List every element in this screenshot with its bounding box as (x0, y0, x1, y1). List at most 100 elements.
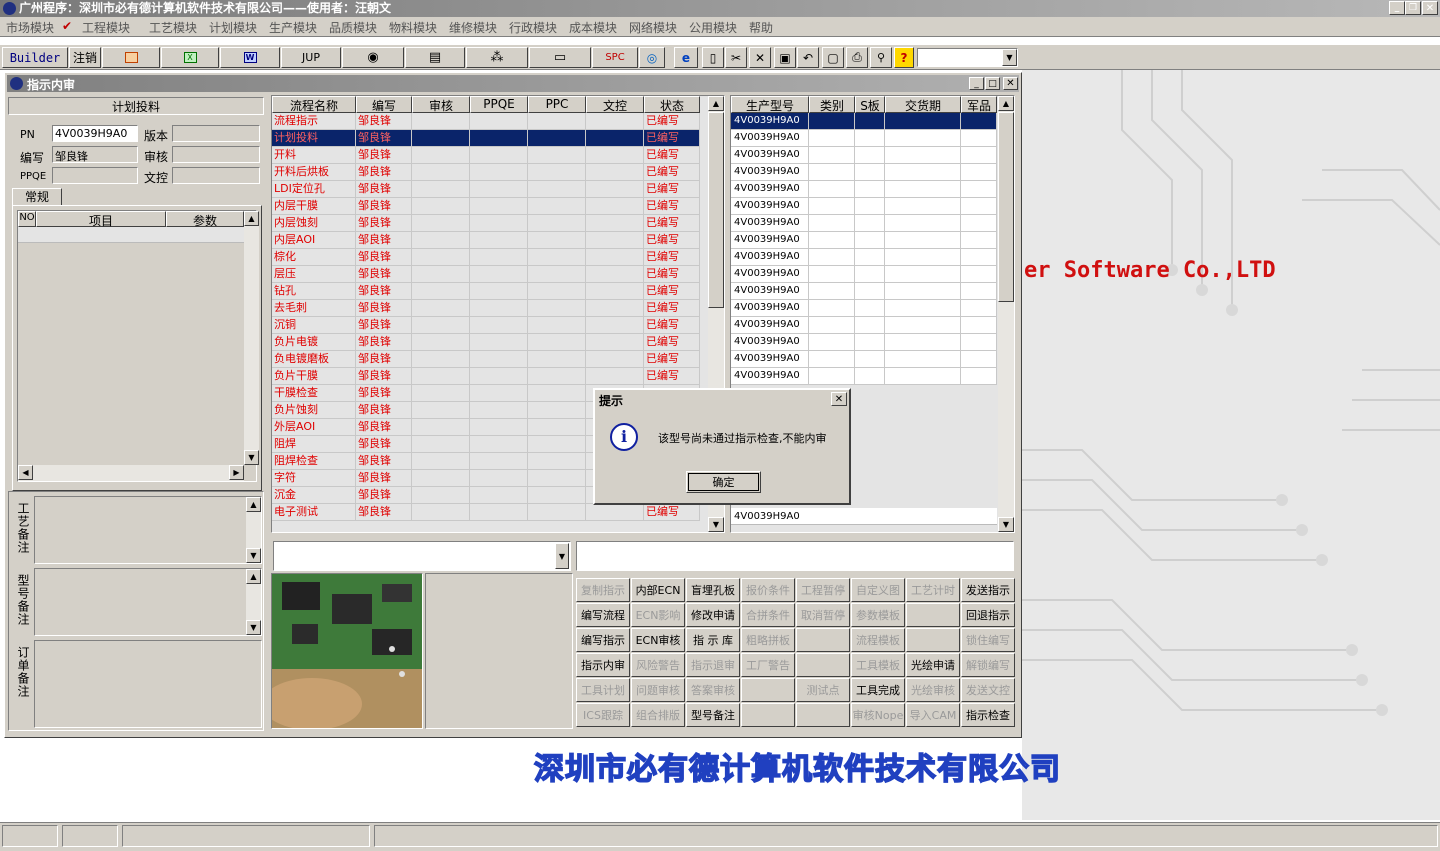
model-row[interactable]: 4V0039H9A0 (731, 300, 997, 317)
action-button[interactable]: 盲埋孔板 (686, 578, 740, 602)
flow-row[interactable]: 流程指示 邹良锋 已编写 (272, 113, 700, 130)
review-field[interactable] (172, 146, 260, 163)
model-note-scroll[interactable]: ▲ ▼ (246, 569, 261, 635)
params-grid[interactable]: NO 项目 参数 ▲ ▼ ◀ ▶ (17, 210, 259, 482)
flow-row[interactable]: 负片干膜 邹良锋 已编写 (272, 368, 700, 385)
action-button[interactable]: 工厂警告 (741, 653, 795, 677)
action-button[interactable]: 指示检查 (961, 703, 1015, 727)
flow-row[interactable]: 层压 邹良锋 已编写 (272, 266, 700, 283)
model-row[interactable]: 4V0039H9A0 (731, 147, 997, 164)
action-button[interactable]: 工程暂停 (796, 578, 850, 602)
jup-button[interactable]: JUP (281, 47, 341, 68)
close-button[interactable]: ✕ (1422, 1, 1438, 15)
excel-icon[interactable]: X (161, 47, 219, 68)
action-button[interactable]: 问题审核 (631, 678, 685, 702)
version-field[interactable] (172, 125, 260, 142)
doc-control-field[interactable] (172, 167, 260, 184)
model-header-0[interactable]: 生产型号 (731, 96, 809, 113)
print-icon[interactable]: ⎙ (846, 47, 868, 68)
scroll-down-icon[interactable]: ▼ (244, 450, 259, 465)
flow-row[interactable]: 电子测试 邹良锋 已编写 (272, 504, 700, 521)
model-row[interactable]: 4V0039H9A0 (731, 351, 997, 368)
remark-field[interactable] (576, 541, 1014, 571)
action-button[interactable]: 合拼条件 (741, 603, 795, 627)
action-button[interactable]: 流程模板 (851, 628, 905, 652)
model-row[interactable]: 4V0039H9A0 (731, 249, 997, 266)
model-header-1[interactable]: 类别 (809, 96, 855, 113)
menu-quality[interactable]: 品质模块 (329, 19, 377, 36)
action-button[interactable]: 修改申请 (686, 603, 740, 627)
action-button[interactable]: 发送指示 (961, 578, 1015, 602)
order-note-field[interactable] (34, 640, 262, 728)
model-row[interactable]: 4V0039H9A0 (731, 283, 997, 300)
menu-help[interactable]: 帮助 (749, 19, 773, 36)
cut-icon[interactable]: ✂ (725, 47, 747, 68)
flow-header-3[interactable]: PPQE (470, 96, 528, 113)
flow-row[interactable]: 开料后烘板 邹良锋 已编写 (272, 164, 700, 181)
flow-header-2[interactable]: 审核 (412, 96, 470, 113)
scroll-down-icon[interactable]: ▼ (998, 517, 1014, 532)
pn-field[interactable]: 4V0039H9A0 (52, 125, 138, 142)
scroll-up-icon[interactable]: ▲ (244, 211, 259, 226)
model-row[interactable]: 4V0039H9A0 (731, 266, 997, 283)
minimize-button[interactable]: _ (1389, 1, 1405, 15)
flow-row[interactable]: 计划投料 邹良锋 已编写 (272, 130, 700, 147)
flow-row[interactable]: 内层AOI 邹良锋 已编写 (272, 232, 700, 249)
action-button[interactable]: 锁住编写 (961, 628, 1015, 652)
action-button[interactable]: 自定义图 (851, 578, 905, 602)
action-button[interactable]: 工艺计时 (906, 578, 960, 602)
scroll-up-icon[interactable]: ▲ (998, 96, 1014, 111)
flow-combo[interactable]: ▼ (273, 541, 571, 571)
model-row[interactable]: 4V0039H9A0 (731, 198, 997, 215)
action-button[interactable]: ECN审核 (631, 628, 685, 652)
delete-icon[interactable]: ✕ (749, 47, 771, 68)
preview-icon[interactable]: ▢ (822, 47, 844, 68)
scroll-up-icon[interactable]: ▲ (246, 569, 261, 584)
powerpoint-icon[interactable] (102, 47, 160, 68)
action-button[interactable]: 参数模板 (851, 603, 905, 627)
model-vscroll[interactable]: ▲ ▼ (998, 96, 1014, 532)
chevron-down-icon[interactable]: ▼ (1002, 49, 1017, 66)
globe-icon[interactable]: ◎ (639, 47, 665, 68)
model-row[interactable]: 4V0039H9A0 (731, 215, 997, 232)
model-row[interactable]: 4V0039H9A0 (731, 164, 997, 181)
window-maximize-button[interactable]: □ (985, 77, 1000, 90)
params-hscroll[interactable]: ◀ ▶ (18, 465, 244, 481)
action-button[interactable]: 答案审核 (686, 678, 740, 702)
action-button[interactable]: 测试点 (796, 678, 850, 702)
scroll-thumb[interactable] (998, 112, 1014, 302)
model-row[interactable]: 4V0039H9A0 (731, 113, 997, 130)
action-button[interactable]: 编写流程 (576, 603, 630, 627)
action-button[interactable]: 组合排版 (631, 703, 685, 727)
flow-row[interactable]: 棕化 邹良锋 已编写 (272, 249, 700, 266)
action-button[interactable]: ECN影响 (631, 603, 685, 627)
action-button[interactable]: 报价条件 (741, 578, 795, 602)
action-button[interactable]: 解锁编写 (961, 653, 1015, 677)
action-button[interactable]: 工具完成 (851, 678, 905, 702)
flow-header-0[interactable]: 流程名称 (272, 96, 356, 113)
menu-process[interactable]: 工艺模块 (149, 19, 197, 36)
model-row[interactable]: 4V0039H9A0 (731, 130, 997, 147)
flow-row[interactable]: 开料 邹良锋 已编写 (272, 147, 700, 164)
menu-material[interactable]: 物料模块 (389, 19, 437, 36)
logout-button[interactable]: 注销 (69, 47, 101, 68)
flow-row[interactable]: 负电镀磨板 邹良锋 已编写 (272, 351, 700, 368)
tab-general[interactable]: 常规 (12, 188, 62, 206)
flow-row[interactable]: 去毛刺 邹良锋 已编写 (272, 300, 700, 317)
action-button[interactable]: 光绘申请 (906, 653, 960, 677)
action-button[interactable]: 粗略拼板 (741, 628, 795, 652)
action-button[interactable]: 指 示 库 (686, 628, 740, 652)
new-file-icon[interactable]: ▯ (702, 47, 724, 68)
scroll-thumb[interactable] (708, 112, 724, 308)
scroll-down-icon[interactable]: ▼ (246, 620, 261, 635)
model-header-2[interactable]: S板 (855, 96, 885, 113)
flow-header-5[interactable]: 文控 (586, 96, 644, 113)
dialog-ok-button[interactable]: 确定 (686, 471, 761, 493)
action-button[interactable]: 取消暂停 (796, 603, 850, 627)
action-button[interactable]: 发送文控 (961, 678, 1015, 702)
flow-row[interactable]: 内层蚀刻 邹良锋 已编写 (272, 215, 700, 232)
computer-icon[interactable]: ▭ (529, 47, 591, 68)
menu-production[interactable]: 生产模块 (269, 19, 317, 36)
chevron-down-icon[interactable]: ▼ (555, 543, 569, 569)
flow-header-1[interactable]: 编写 (356, 96, 412, 113)
